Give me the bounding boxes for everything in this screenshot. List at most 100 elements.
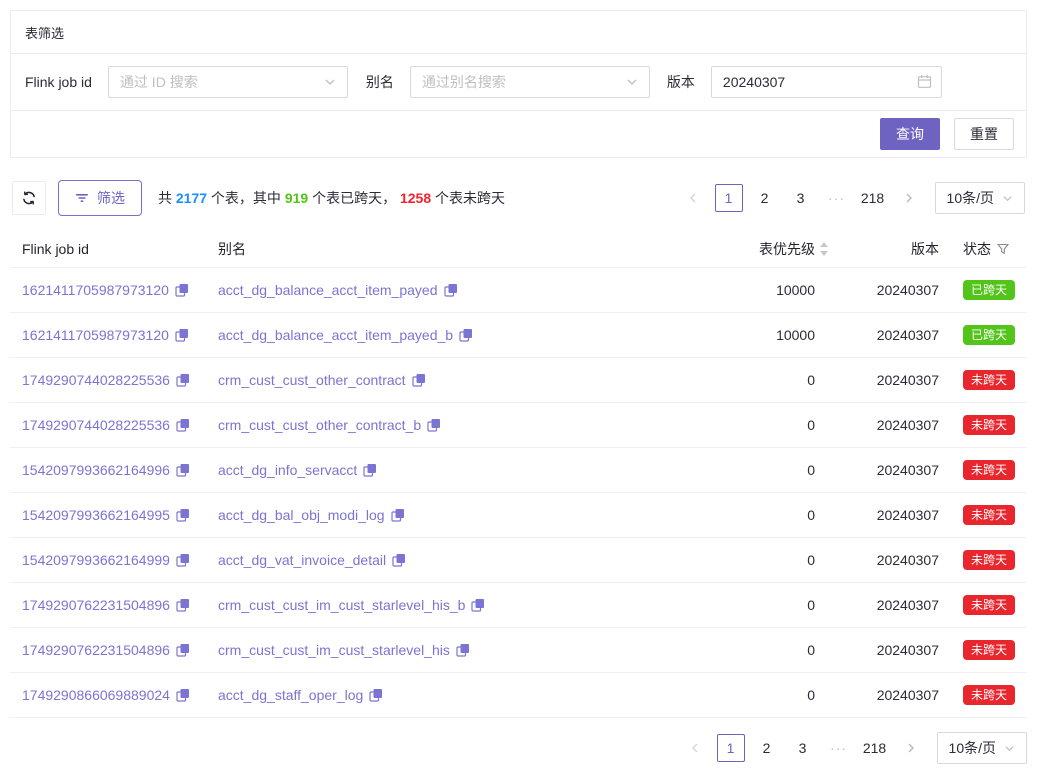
- prev-page-button[interactable]: [679, 184, 707, 212]
- version-cell: 20240307: [843, 552, 939, 568]
- copy-icon[interactable]: [363, 463, 377, 477]
- version-cell: 20240307: [843, 417, 939, 433]
- status-badge: 已跨天: [963, 325, 1015, 345]
- page-button-3[interactable]: 3: [787, 184, 815, 212]
- copy-icon[interactable]: [391, 508, 405, 522]
- summary-text: 个表，其中: [207, 190, 285, 206]
- sort-icon[interactable]: [819, 241, 829, 257]
- flink-job-id-link[interactable]: 1621411705987973120: [22, 282, 169, 298]
- table-row: 1749290762231504896 crm_cust_cust_im_cus…: [10, 583, 1027, 628]
- header-alias: 别名: [206, 239, 711, 259]
- copy-icon[interactable]: [176, 643, 190, 657]
- next-page-button[interactable]: [895, 184, 923, 212]
- summary-uncrossed-count: 1258: [400, 190, 431, 206]
- funnel-filter-icon[interactable]: [997, 243, 1009, 255]
- alias-link[interactable]: acct_dg_staff_oper_log: [218, 687, 363, 703]
- alias-link[interactable]: crm_cust_cust_im_cust_starlevel_his_b: [218, 597, 465, 613]
- chevron-down-icon: [626, 76, 638, 88]
- prev-page-button[interactable]: [681, 734, 709, 762]
- page-ellipsis[interactable]: ···: [823, 184, 851, 212]
- copy-icon[interactable]: [176, 373, 190, 387]
- page-button-1[interactable]: 1: [717, 734, 745, 762]
- summary-total-count: 2177: [176, 190, 207, 206]
- page-size-value: 10条/页: [947, 188, 994, 208]
- copy-icon[interactable]: [175, 283, 189, 297]
- copy-icon[interactable]: [176, 418, 190, 432]
- copy-icon[interactable]: [369, 688, 383, 702]
- flink-job-id-link[interactable]: 1749290866069889024: [22, 687, 170, 703]
- header-version: 版本: [843, 239, 939, 259]
- filter-card-title: 表筛选: [11, 11, 1026, 54]
- alias-link[interactable]: crm_cust_cust_other_contract: [218, 372, 406, 388]
- next-page-button[interactable]: [897, 734, 925, 762]
- table-toolbar: 筛选 共 2177 个表，其中 919 个表已跨天， 1258 个表未跨天 1 …: [12, 180, 1025, 216]
- page-ellipsis[interactable]: ···: [825, 734, 853, 762]
- alias-link[interactable]: acct_dg_balance_acct_item_payed_b: [218, 327, 453, 343]
- priority-cell: 0: [711, 552, 815, 568]
- status-badge: 未跨天: [963, 595, 1015, 615]
- table-row: 1749290744028225536 crm_cust_cust_other_…: [10, 403, 1027, 448]
- reset-button[interactable]: 重置: [954, 118, 1014, 150]
- page-size-select[interactable]: 10条/页: [937, 732, 1027, 764]
- copy-icon[interactable]: [175, 328, 189, 342]
- copy-icon[interactable]: [176, 508, 190, 522]
- table-row: 1542097993662164999 acct_dg_vat_invoice_…: [10, 538, 1027, 583]
- alias-link[interactable]: acct_dg_balance_acct_item_payed: [218, 282, 438, 298]
- flink-job-id-link[interactable]: 1749290762231504896: [22, 597, 170, 613]
- copy-icon[interactable]: [444, 283, 458, 297]
- copy-icon[interactable]: [176, 463, 190, 477]
- priority-cell: 10000: [711, 327, 815, 343]
- alias-link[interactable]: acct_dg_vat_invoice_detail: [218, 552, 386, 568]
- flink-job-id-link[interactable]: 1542097993662164996: [22, 462, 170, 478]
- priority-cell: 0: [711, 642, 815, 658]
- page-button-2[interactable]: 2: [751, 184, 779, 212]
- alias-label: 别名: [366, 72, 394, 92]
- refresh-button[interactable]: [12, 181, 46, 215]
- page-button-3[interactable]: 3: [789, 734, 817, 762]
- filter-lines-icon: [75, 192, 89, 204]
- flink-job-id-link[interactable]: 1749290762231504896: [22, 642, 170, 658]
- table-row: 1621411705987973120 acct_dg_balance_acct…: [10, 268, 1027, 313]
- page-button-2[interactable]: 2: [753, 734, 781, 762]
- flink-job-id-link[interactable]: 1542097993662164995: [22, 507, 170, 523]
- version-cell: 20240307: [843, 507, 939, 523]
- alias-link[interactable]: crm_cust_cust_im_cust_starlevel_his: [218, 642, 450, 658]
- priority-cell: 0: [711, 372, 815, 388]
- query-button[interactable]: 查询: [880, 118, 940, 150]
- filter-toggle-button[interactable]: 筛选: [58, 180, 142, 216]
- copy-icon[interactable]: [471, 598, 485, 612]
- alias-link[interactable]: acct_dg_bal_obj_modi_log: [218, 507, 385, 523]
- alias-link[interactable]: crm_cust_cust_other_contract_b: [218, 417, 421, 433]
- version-cell: 20240307: [843, 597, 939, 613]
- status-badge: 未跨天: [963, 685, 1015, 705]
- version-date-field: [711, 66, 942, 98]
- copy-icon[interactable]: [456, 643, 470, 657]
- flink-job-id-link[interactable]: 1749290744028225536: [22, 417, 170, 433]
- version-date-input[interactable]: [711, 66, 942, 98]
- alias-select[interactable]: 通过别名搜索: [410, 66, 650, 98]
- page-button-1[interactable]: 1: [715, 184, 743, 212]
- copy-icon[interactable]: [392, 553, 406, 567]
- calendar-icon[interactable]: [917, 74, 932, 89]
- page-button-last[interactable]: 218: [859, 184, 887, 212]
- alias-link[interactable]: acct_dg_info_servacct: [218, 462, 357, 478]
- flink-job-id-link[interactable]: 1621411705987973120: [22, 327, 169, 343]
- priority-cell: 10000: [711, 282, 815, 298]
- flink-job-id-select[interactable]: 通过 ID 搜索: [108, 66, 348, 98]
- table-row: 1749290744028225536 crm_cust_cust_other_…: [10, 358, 1027, 403]
- flink-job-id-link[interactable]: 1542097993662164999: [22, 552, 170, 568]
- copy-icon[interactable]: [176, 553, 190, 567]
- flink-job-id-link[interactable]: 1749290744028225536: [22, 372, 170, 388]
- alias-placeholder: 通过别名搜索: [422, 72, 506, 92]
- page-button-last[interactable]: 218: [861, 734, 889, 762]
- copy-icon[interactable]: [412, 373, 426, 387]
- copy-icon[interactable]: [176, 598, 190, 612]
- filter-toggle-label: 筛选: [97, 188, 125, 208]
- page-size-select[interactable]: 10条/页: [935, 182, 1025, 214]
- copy-icon[interactable]: [427, 418, 441, 432]
- copy-icon[interactable]: [459, 328, 473, 342]
- copy-icon[interactable]: [176, 688, 190, 702]
- version-cell: 20240307: [843, 327, 939, 343]
- header-priority: 表优先级: [711, 239, 815, 259]
- page-size-value: 10条/页: [949, 738, 996, 758]
